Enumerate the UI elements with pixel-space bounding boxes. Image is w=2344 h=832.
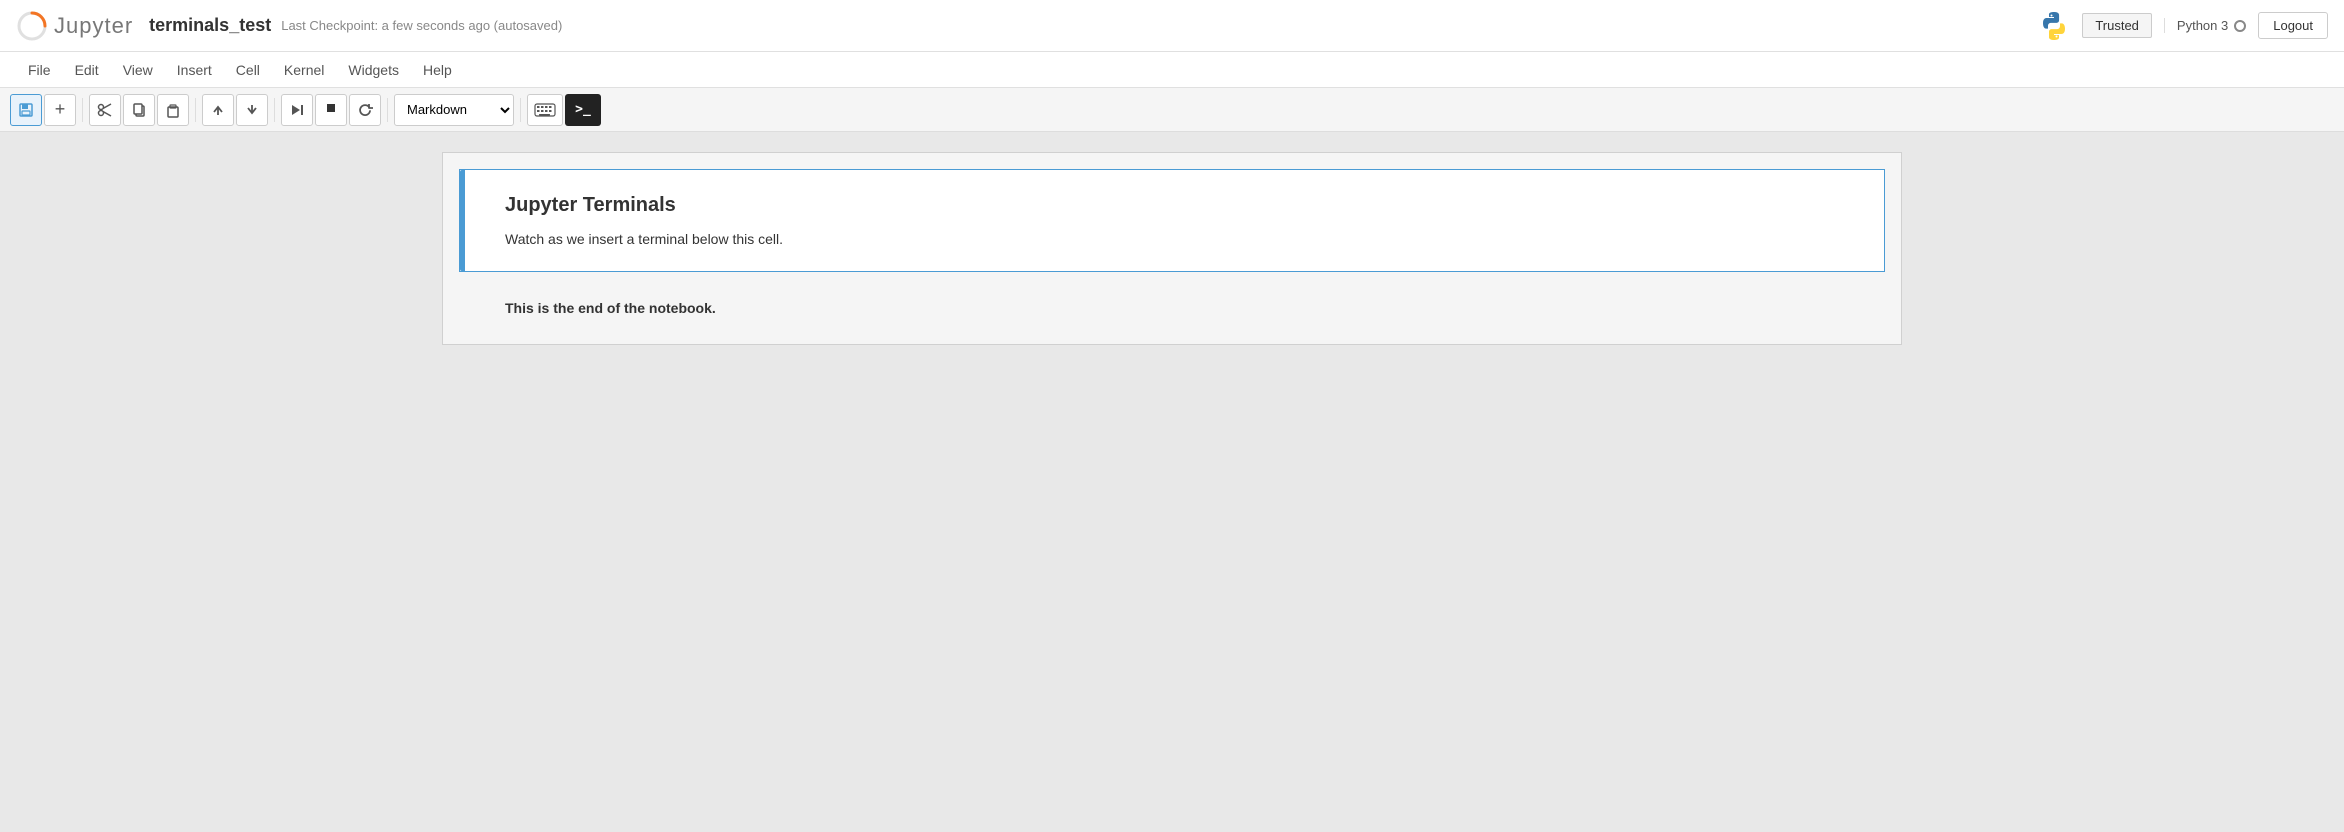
toolbar-separator-4 bbox=[387, 98, 388, 122]
header-right: Trusted Python 3 Logout bbox=[2038, 10, 2328, 42]
cell-body: Watch as we insert a terminal below this… bbox=[505, 231, 1844, 247]
copy-button[interactable] bbox=[123, 94, 155, 126]
stop-icon-svg bbox=[323, 100, 339, 116]
restart-button[interactable] bbox=[349, 94, 381, 126]
menu-file[interactable]: File bbox=[16, 56, 63, 84]
cut-button[interactable] bbox=[89, 94, 121, 126]
toolbar-separator-5 bbox=[520, 98, 521, 122]
menubar: File Edit View Insert Cell Kernel Widget… bbox=[0, 52, 2344, 88]
copy-icon bbox=[131, 102, 147, 118]
menu-help[interactable]: Help bbox=[411, 56, 464, 84]
cell-content: Jupyter Terminals Watch as we insert a t… bbox=[465, 170, 1884, 271]
markdown-content: Jupyter Terminals Watch as we insert a t… bbox=[505, 194, 1844, 247]
toolbar: + bbox=[0, 88, 2344, 132]
logo-area: Jupyter bbox=[16, 10, 133, 42]
plus-icon: + bbox=[55, 99, 66, 120]
terminal-icon: >_ bbox=[575, 102, 591, 117]
keyboard-shortcuts-button[interactable] bbox=[527, 94, 563, 126]
kernel-name: Python 3 bbox=[2177, 18, 2228, 33]
kernel-indicator: Python 3 bbox=[2164, 18, 2246, 33]
save-button[interactable] bbox=[10, 94, 42, 126]
jupyter-logo-icon bbox=[16, 10, 48, 42]
arrow-down-icon bbox=[244, 102, 260, 118]
toolbar-separator-3 bbox=[274, 98, 275, 122]
toolbar-separator-2 bbox=[195, 98, 196, 122]
checkpoint-info: Last Checkpoint: a few seconds ago (auto… bbox=[281, 18, 562, 33]
menu-edit[interactable]: Edit bbox=[63, 56, 111, 84]
python-logo-icon bbox=[2038, 10, 2070, 42]
arrow-up-icon bbox=[210, 102, 226, 118]
add-cell-button[interactable]: + bbox=[44, 94, 76, 126]
end-note-text: This is the end of the notebook. bbox=[505, 300, 716, 316]
move-down-button[interactable] bbox=[236, 94, 268, 126]
header: Jupyter terminals_test Last Checkpoint: … bbox=[0, 0, 2344, 52]
trusted-button[interactable]: Trusted bbox=[2082, 13, 2152, 38]
cell-type-select[interactable]: Markdown Code Raw NBConvert Heading bbox=[394, 94, 514, 126]
paste-button[interactable] bbox=[157, 94, 189, 126]
run-next-button[interactable] bbox=[281, 94, 313, 126]
menu-cell[interactable]: Cell bbox=[224, 56, 272, 84]
notebook-name[interactable]: terminals_test bbox=[149, 15, 271, 36]
scissors-icon bbox=[97, 102, 113, 118]
menu-widgets[interactable]: Widgets bbox=[336, 56, 411, 84]
move-up-button[interactable] bbox=[202, 94, 234, 126]
cell-heading: Jupyter Terminals bbox=[505, 194, 1844, 217]
paste-icon bbox=[165, 102, 181, 118]
kernel-status-icon bbox=[2234, 20, 2246, 32]
menu-kernel[interactable]: Kernel bbox=[272, 56, 336, 84]
save-icon bbox=[18, 102, 34, 118]
logout-button[interactable]: Logout bbox=[2258, 12, 2328, 39]
toolbar-separator-1 bbox=[82, 98, 83, 122]
end-note: This is the end of the notebook. bbox=[465, 288, 1879, 328]
notebook-container: Jupyter Terminals Watch as we insert a t… bbox=[0, 132, 2344, 832]
menu-insert[interactable]: Insert bbox=[165, 56, 224, 84]
menu-view[interactable]: View bbox=[111, 56, 165, 84]
stop-icon bbox=[323, 100, 339, 119]
jupyter-wordmark: Jupyter bbox=[54, 13, 133, 39]
open-terminal-button[interactable]: >_ bbox=[565, 94, 601, 126]
step-forward-icon bbox=[289, 102, 305, 118]
keyboard-icon bbox=[534, 103, 556, 117]
notebook-inner: Jupyter Terminals Watch as we insert a t… bbox=[442, 152, 1902, 345]
notebook-cell[interactable]: Jupyter Terminals Watch as we insert a t… bbox=[459, 169, 1885, 272]
stop-button[interactable] bbox=[315, 94, 347, 126]
restart-icon bbox=[357, 102, 373, 118]
